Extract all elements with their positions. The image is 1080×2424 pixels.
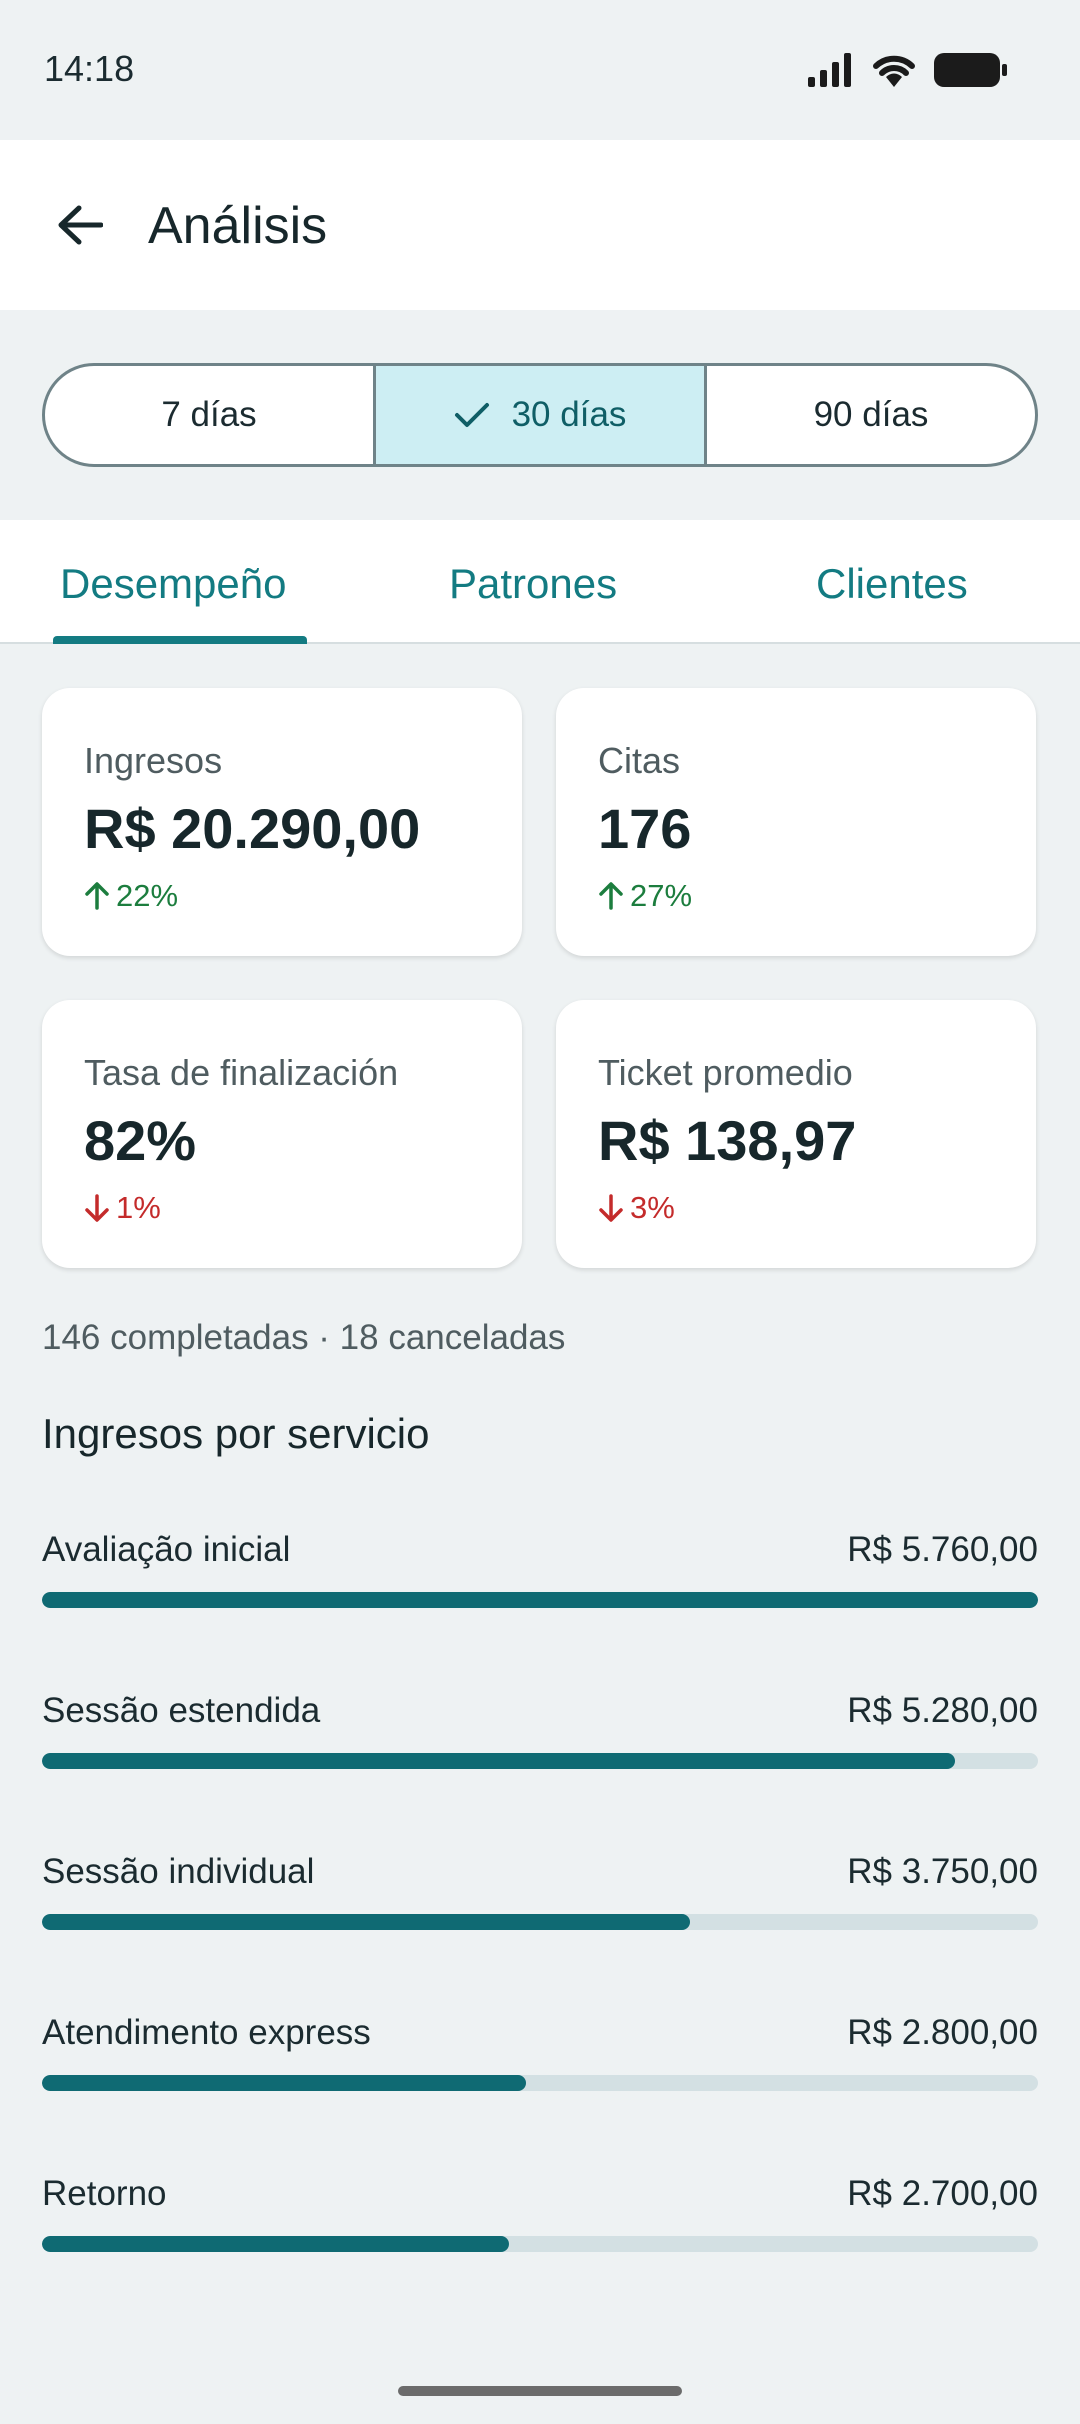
- metric-change: 27%: [598, 878, 692, 914]
- service-amount: R$ 5.760,00: [847, 1530, 1038, 1569]
- service-bar-track: [42, 1753, 1038, 1769]
- service-amount: R$ 2.800,00: [847, 2013, 1038, 2052]
- arrow-up-icon: [599, 882, 623, 910]
- status-time: 14:18: [44, 48, 135, 89]
- service-bar-track: [42, 2075, 1038, 2091]
- metric-value: R$ 138,97: [598, 1109, 857, 1172]
- metric-card-ingresos: Ingresos R$ 20.290,00 22%: [42, 688, 522, 956]
- service-bar-track: [42, 2236, 1038, 2252]
- metric-card-citas: Citas 176 27%: [556, 688, 1036, 956]
- signal-icon: [808, 53, 851, 87]
- range-option-90[interactable]: 90 días: [704, 366, 1035, 464]
- metric-label: Citas: [598, 740, 681, 781]
- metric-change-value: 22%: [116, 878, 179, 913]
- range-option-label: 30 días: [511, 395, 627, 434]
- service-bar-fill: [42, 1753, 955, 1769]
- service-bar-fill: [42, 2075, 527, 2091]
- section-title-revenue: Ingresos por servicio: [42, 1410, 430, 1457]
- service-name: Atendimento express: [42, 2013, 371, 2052]
- back-button[interactable]: [30, 175, 130, 275]
- tab-desempeno[interactable]: Desempeño: [60, 560, 286, 608]
- status-icons: [808, 50, 1008, 90]
- service-name: Retorno: [42, 2174, 167, 2213]
- arrow-up-icon: [85, 882, 109, 910]
- service-bar-track: [42, 1592, 1038, 1608]
- metric-change-value: 27%: [630, 878, 693, 913]
- service-row: Atendimento express R$ 2.800,00: [42, 2013, 1038, 2109]
- metric-change-value: 1%: [116, 1190, 161, 1225]
- range-option-label: 90 días: [813, 395, 929, 434]
- service-bar-fill: [42, 1592, 1038, 1608]
- app-bar: Análisis: [0, 140, 1080, 310]
- metric-label: Ingresos: [84, 740, 223, 781]
- service-amount: R$ 3.750,00: [847, 1852, 1038, 1891]
- service-row: Sessão estendida R$ 5.280,00: [42, 1691, 1038, 1787]
- metric-value: 176: [598, 797, 692, 860]
- service-row: Sessão individual R$ 3.750,00: [42, 1852, 1038, 1948]
- metric-change: 3%: [598, 1190, 675, 1226]
- range-option-label: 7 días: [161, 395, 257, 434]
- metric-label: Tasa de finalización: [84, 1052, 399, 1093]
- service-row: Retorno R$ 2.700,00: [42, 2174, 1038, 2270]
- service-name: Sessão estendida: [42, 1691, 321, 1730]
- range-option-7[interactable]: 7 días: [45, 366, 373, 464]
- arrow-down-icon: [85, 1194, 109, 1222]
- metric-value: R$ 20.290,00: [84, 797, 421, 860]
- status-bar: 14:18: [0, 0, 1080, 140]
- range-selector: 7 días 30 días 90 días: [42, 363, 1038, 467]
- metric-label: Ticket promedio: [598, 1052, 853, 1093]
- metric-card-tasa-finalizacion: Tasa de finalización 82% 1%: [42, 1000, 522, 1268]
- check-icon: [454, 403, 489, 427]
- tab-clientes[interactable]: Clientes: [816, 560, 968, 608]
- tab-indicator: [53, 636, 307, 644]
- service-row: Avaliação inicial R$ 5.760,00: [42, 1530, 1038, 1626]
- service-bar-fill: [42, 1914, 691, 1930]
- metric-value: 82%: [84, 1109, 197, 1172]
- battery-icon: [934, 53, 1007, 87]
- wifi-icon: [873, 55, 915, 87]
- service-amount: R$ 5.280,00: [847, 1691, 1038, 1730]
- home-indicator[interactable]: [398, 2386, 682, 2396]
- range-option-30[interactable]: 30 días: [373, 366, 704, 464]
- appointments-summary: 146 completadas · 18 canceladas: [42, 1318, 566, 1357]
- metric-card-ticket-promedio: Ticket promedio R$ 138,97 3%: [556, 1000, 1036, 1268]
- metric-change: 1%: [84, 1190, 161, 1226]
- service-bar-track: [42, 1914, 1038, 1930]
- service-name: Avaliação inicial: [42, 1530, 291, 1569]
- tab-patrones[interactable]: Patrones: [449, 560, 617, 608]
- metric-change: 22%: [84, 878, 178, 914]
- page-title: Análisis: [148, 197, 328, 255]
- service-name: Sessão individual: [42, 1852, 315, 1891]
- tab-bar: Desempeño Patrones Clientes: [0, 520, 1080, 644]
- arrow-back-icon: [58, 205, 103, 245]
- arrow-down-icon: [599, 1194, 623, 1222]
- service-amount: R$ 2.700,00: [847, 2174, 1038, 2213]
- metric-change-value: 3%: [630, 1190, 675, 1225]
- service-bar-fill: [42, 2236, 509, 2252]
